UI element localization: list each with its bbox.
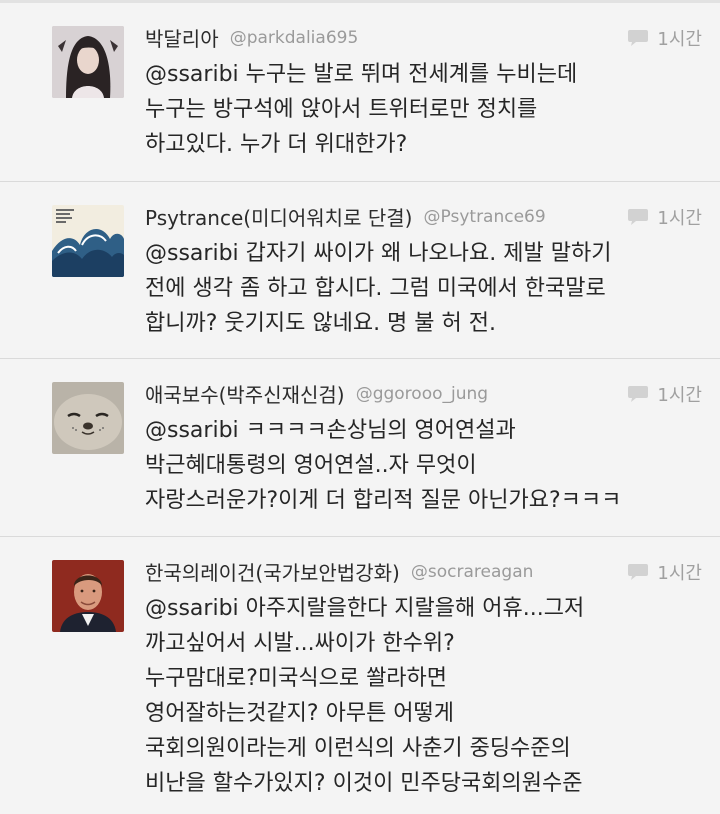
- tweet-header: 한국의레이건(국가보안법강화) @socrareagan 1시간: [145, 557, 702, 589]
- tweet-line: 까고싶어서 시발...싸이가 한수위?: [145, 631, 455, 656]
- author-name[interactable]: 박달리아: [145, 27, 219, 51]
- tweet-meta: 1시간: [627, 559, 702, 585]
- reply-bubble-icon[interactable]: [627, 208, 649, 226]
- tweet-time: 1시간: [657, 208, 702, 229]
- tweet-text: @ssaribi 아주지랄을한다 지랄을해 어휴...그저 까고싶어서 시발..…: [145, 591, 708, 801]
- tweet-item[interactable]: Psytrance(미디어워치로 단결) @Psytrance69 1시간 @s…: [0, 182, 720, 359]
- tweet-header: 박달리아 @parkdalia695 1시간: [145, 23, 702, 55]
- tweet-meta: 1시간: [627, 25, 702, 51]
- author-handle[interactable]: @ggorooo_jung: [356, 384, 488, 404]
- tweet-item[interactable]: 한국의레이건(국가보안법강화) @socrareagan 1시간 @ssarib…: [0, 537, 720, 814]
- reply-bubble-icon[interactable]: [627, 29, 649, 47]
- author-name[interactable]: 애국보수(박주신재신검): [145, 383, 345, 407]
- tweet-text: @ssaribi 갑자기 싸이가 왜 나오나요. 제발 말하기 전에 생각 좀 …: [145, 236, 708, 341]
- tweet-time: 1시간: [657, 29, 702, 50]
- tweet-text: @ssaribi 누구는 발로 뛰며 전세계를 누비는데 누구는 방구석에 앉아…: [145, 57, 708, 162]
- reply-bubble-icon[interactable]: [627, 385, 649, 403]
- reply-bubble-icon[interactable]: [627, 563, 649, 581]
- tweet-line: @ssaribi 갑자기 싸이가 왜 나오나요. 제발 말하기: [145, 241, 612, 266]
- author-name[interactable]: 한국의레이건(국가보안법강화): [145, 561, 400, 585]
- man-portrait-avatar[interactable]: [52, 560, 124, 632]
- tweet-line: 전에 생각 좀 하고 합시다. 그럼 미국에서 한국말로: [145, 276, 606, 301]
- author-handle[interactable]: @Psytrance69: [424, 207, 546, 227]
- tweet-line: 국회의원이라는게 이런식의 사춘기 중딩수준의: [145, 736, 571, 761]
- tweet-header: Psytrance(미디어워치로 단결) @Psytrance69 1시간: [145, 202, 702, 234]
- tweet-line: 영어잘하는것같지? 아무튼 어떻게: [145, 701, 455, 726]
- woman-photo-avatar[interactable]: [52, 26, 124, 98]
- tweet-text: @ssaribi ㅋㅋㅋㅋ손상님의 영어연설과 박근혜대통령의 영어연설..자 …: [145, 413, 708, 518]
- tweet-line: @ssaribi 아주지랄을한다 지랄을해 어휴...그저: [145, 596, 585, 621]
- tweet-time: 1시간: [657, 563, 702, 584]
- tweet-line: @ssaribi ㅋㅋㅋㅋ손상님의 영어연설과: [145, 418, 516, 443]
- tweet-line: 누구는 방구석에 앉아서 트위터로만 정치를: [145, 97, 538, 122]
- author-handle[interactable]: @parkdalia695: [230, 28, 359, 48]
- author-name[interactable]: Psytrance(미디어워치로 단결): [145, 206, 412, 230]
- author-handle[interactable]: @socrareagan: [411, 562, 534, 582]
- tweet-header: 애국보수(박주신재신검) @ggorooo_jung 1시간: [145, 379, 702, 411]
- tweet-time: 1시간: [657, 385, 702, 406]
- tweet-line: 합니까? 웃기지도 않네요. 명 불 허 전.: [145, 311, 496, 336]
- tweet-line: 하고있다. 누가 더 위대한가?: [145, 132, 408, 157]
- tweet-line: 박근혜대통령의 영어연설..자 무엇이: [145, 453, 477, 478]
- tweet-meta: 1시간: [627, 381, 702, 407]
- tweet-meta: 1시간: [627, 204, 702, 230]
- wave-album-avatar[interactable]: [52, 205, 124, 277]
- tweet-line: 누구맘대로?미국식으로 쏼라하면: [145, 666, 448, 691]
- tweet-line: @ssaribi 누구는 발로 뛰며 전세계를 누비는데: [145, 62, 578, 87]
- tweet-line: 비난을 할수가있지? 이것이 민주당국회의원수준: [145, 771, 583, 796]
- timeline: 박달리아 @parkdalia695 1시간 @ssaribi 누구는 발로 뛰…: [0, 3, 720, 814]
- tweet-item[interactable]: 애국보수(박주신재신검) @ggorooo_jung 1시간 @ssaribi …: [0, 359, 720, 537]
- seal-photo-avatar[interactable]: [52, 382, 124, 454]
- tweet-line: 자랑스러운가?이게 더 합리적 질문 아닌가요?ㅋㅋㅋ: [145, 488, 622, 513]
- tweet-item[interactable]: 박달리아 @parkdalia695 1시간 @ssaribi 누구는 발로 뛰…: [0, 3, 720, 182]
